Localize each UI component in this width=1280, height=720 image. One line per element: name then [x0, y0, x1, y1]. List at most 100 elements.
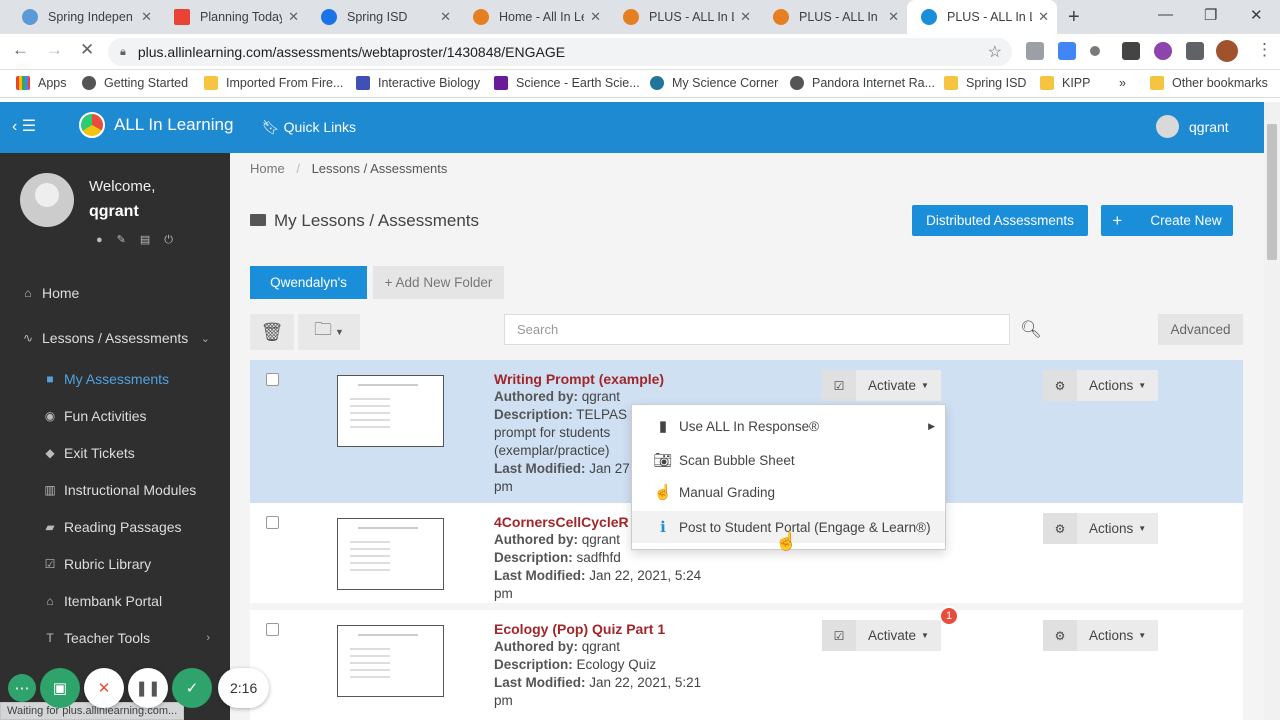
sidebar-item-exit-tickets[interactable]: ◆ Exit Tickets	[0, 436, 230, 470]
page-scrollbar[interactable]	[1264, 102, 1280, 720]
grid-extension-icon[interactable]	[1122, 42, 1140, 60]
annotate-button[interactable]: ▣	[40, 668, 80, 708]
sidebar-item-reading[interactable]: ▰ Reading Passages	[0, 510, 230, 544]
profile-avatar[interactable]	[1216, 40, 1238, 62]
bookmarks-overflow[interactable]: »	[1119, 76, 1126, 90]
browser-tab[interactable]: Home - All In Le ✕	[459, 0, 609, 34]
translate-extension-icon[interactable]	[1058, 42, 1076, 60]
sidebar-item-fun-activities[interactable]: ◉ Fun Activities	[0, 399, 230, 433]
bookmark-item[interactable]: Science - Earth Scie...	[494, 76, 640, 90]
bookmark-item[interactable]: KIPP	[1040, 76, 1091, 90]
close-icon: ✕	[97, 680, 111, 697]
bookmark-star-icon[interactable]: ☆	[988, 42, 1002, 62]
other-bookmarks[interactable]: Other bookmarks	[1150, 76, 1268, 90]
bookmark-item[interactable]: Getting Started	[82, 76, 188, 90]
close-window-icon[interactable]: ✕	[1250, 6, 1263, 24]
bookmark-item[interactable]: My Science Corner	[650, 76, 778, 90]
restore-icon[interactable]: ❐	[1204, 6, 1217, 24]
browser-tab[interactable]: Planning Today ✕	[160, 0, 307, 34]
activate-button[interactable]: ☑ Activate ▼	[822, 370, 941, 401]
close-tab-icon[interactable]: ✕	[141, 9, 152, 25]
sidebar-item-rubric[interactable]: ☑ Rubric Library	[0, 547, 230, 581]
distributed-assessments-button[interactable]: Distributed Assessments	[912, 205, 1088, 236]
text-icon: T	[46, 631, 54, 645]
row-checkbox[interactable]	[266, 623, 279, 636]
close-tab-icon[interactable]: ✕	[440, 9, 451, 25]
trash-button[interactable]: 🗑︎	[250, 314, 294, 350]
print-icon[interactable]: ▤	[140, 234, 164, 246]
extension-icon[interactable]	[1154, 42, 1172, 60]
sidebar-username: qgrant	[89, 203, 139, 220]
row-checkbox[interactable]	[266, 516, 279, 529]
move-folder-button[interactable]: 🗀︎ ▼	[298, 314, 360, 350]
search-button[interactable]: 🔍︎	[1010, 314, 1052, 345]
new-tab-button[interactable]: +	[1068, 6, 1080, 29]
actions-button[interactable]: ⚙ Actions ▼	[1043, 620, 1159, 651]
bookmark-item[interactable]: Imported From Fire...	[204, 76, 343, 90]
user-menu[interactable]: qgrant	[1156, 115, 1229, 138]
address-bar[interactable]: 🔒︎ plus.allinlearning.com/assessments/we…	[108, 38, 1012, 66]
bookmark-item[interactable]: Spring ISD	[944, 76, 1026, 90]
extension-icon[interactable]	[1090, 46, 1100, 56]
minimize-icon[interactable]: —	[1158, 6, 1173, 23]
sidebar-item-modules[interactable]: ▥ Instructional Modules	[0, 473, 230, 507]
create-new-button[interactable]: + Create New	[1101, 205, 1233, 236]
close-tab-icon[interactable]: ✕	[740, 9, 751, 25]
forward-icon[interactable]: →	[46, 40, 63, 60]
stop-loading-icon[interactable]: ✕	[80, 40, 94, 60]
browser-tab[interactable]: PLUS - ALL In Le✕	[759, 0, 907, 34]
bookmark-item[interactable]: Interactive Biology	[356, 76, 480, 90]
activate-button[interactable]: ☑ Activate ▼	[822, 620, 941, 651]
close-tab-icon[interactable]: ✕	[1038, 9, 1049, 25]
menu-item-scan-bubble[interactable]: 📷︎ Scan Bubble Sheet	[632, 444, 945, 476]
actions-button[interactable]: ⚙ Actions ▼	[1043, 370, 1159, 401]
discard-recording-button[interactable]: ✕	[84, 668, 124, 708]
assessment-title[interactable]: Writing Prompt (example)	[494, 370, 664, 388]
tab-favicon-icon	[473, 9, 489, 25]
menu-item-manual-grading[interactable]: ☝ Manual Grading	[632, 476, 945, 508]
add-folder-button[interactable]: + Add New Folder	[373, 266, 504, 299]
row-checkbox[interactable]	[266, 373, 279, 386]
sidebar-item-teacher-tools[interactable]: T Teacher Tools ›	[0, 621, 230, 655]
sidebar-item-home[interactable]: ⌂ Home	[0, 276, 230, 310]
browser-tab[interactable]: Spring ISD ✕	[307, 0, 459, 34]
gear-icon: ⚙	[1043, 370, 1077, 401]
pdf-extension-icon[interactable]	[1026, 42, 1044, 60]
sidebar-item-itembank[interactable]: ⌂ Itembank Portal	[0, 584, 230, 618]
actions-button[interactable]: ⚙ Actions ▼	[1043, 513, 1159, 544]
sidebar-item-my-assessments[interactable]: ■ My Assessments	[0, 362, 230, 396]
close-tab-icon[interactable]: ✕	[888, 9, 899, 25]
scrollbar-thumb[interactable]	[1267, 124, 1277, 260]
bookmark-item[interactable]: Pandora Internet Ra...	[790, 76, 935, 90]
user-icon[interactable]: ●	[96, 234, 117, 246]
assessment-thumbnail[interactable]	[337, 375, 444, 447]
browser-tab-active[interactable]: PLUS - ALL In Le✕	[907, 0, 1057, 34]
sidebar-toggle-icon[interactable]: ‹ ☰	[12, 116, 36, 136]
puzzle-icon[interactable]	[1186, 42, 1204, 60]
assessment-thumbnail[interactable]	[337, 518, 444, 590]
bookmark-apps[interactable]: Apps	[16, 76, 67, 90]
table-row[interactable]: Ecology (Pop) Quiz Part 1 Authored by: q…	[250, 610, 1243, 720]
search-input[interactable]: Search	[504, 314, 1010, 345]
more-options-button[interactable]: ⋯	[8, 674, 36, 702]
advanced-search-button[interactable]: Advanced	[1158, 314, 1243, 345]
breadcrumb-home[interactable]: Home	[250, 161, 285, 176]
close-tab-icon[interactable]: ✕	[590, 9, 601, 25]
power-icon[interactable]: ⏻	[164, 234, 187, 246]
browser-tab[interactable]: Spring Indepen ✕	[8, 0, 160, 34]
close-tab-icon[interactable]: ✕	[288, 9, 299, 25]
back-icon[interactable]: ←	[12, 40, 29, 60]
browser-tab[interactable]: PLUS - ALL In Le✕	[609, 0, 759, 34]
pause-recording-button[interactable]: ❚❚	[128, 668, 168, 708]
brand-logo[interactable]: ALL In Learning	[79, 112, 233, 138]
recorder-controls: ⋯ ▣ ✕ ❚❚ ✓ 2:16	[8, 661, 270, 715]
wrench-icon[interactable]: ✎	[117, 234, 140, 246]
sidebar-item-lessons[interactable]: ∿ Lessons / Assessments ⌄	[0, 321, 230, 355]
menu-kebab-icon[interactable]: ⋮	[1256, 40, 1273, 60]
finish-recording-button[interactable]: ✓	[172, 668, 212, 708]
assessment-title[interactable]: Ecology (Pop) Quiz Part 1	[494, 620, 714, 638]
assessment-thumbnail[interactable]	[337, 625, 444, 697]
quick-links[interactable]: 🔖︎ Quick Links	[262, 119, 356, 136]
folder-tab-qwendalyn[interactable]: Qwendalyn's	[250, 266, 367, 299]
menu-item-use-response[interactable]: ▮ Use ALL In Response® ▶	[632, 410, 945, 442]
